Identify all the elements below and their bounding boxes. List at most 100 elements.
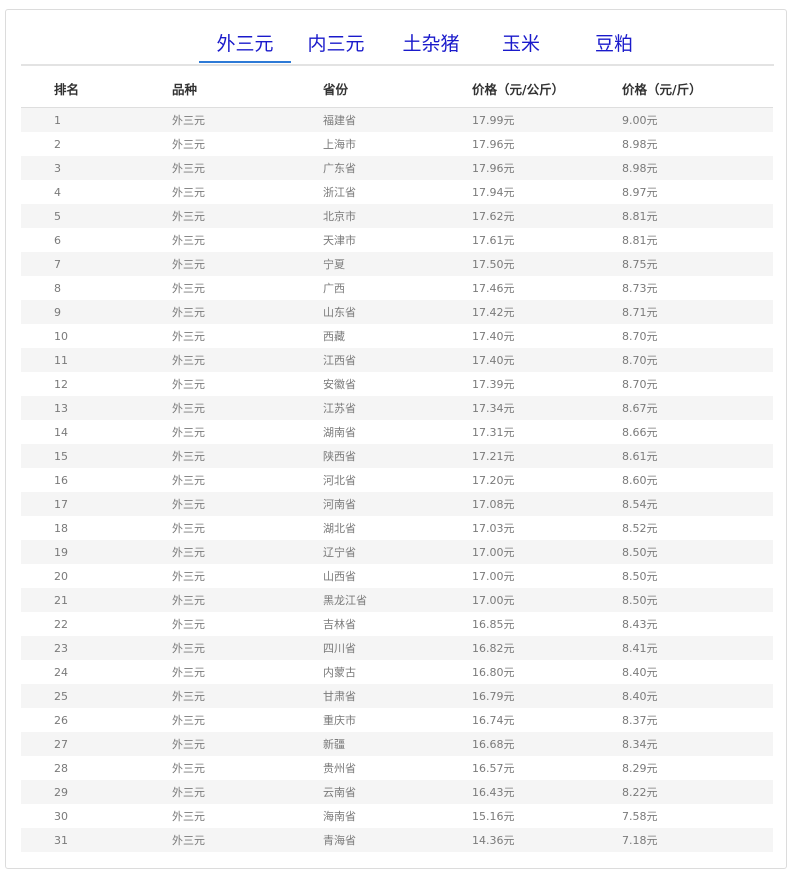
variety-cell: 外三元 — [172, 444, 323, 468]
rank-cell: 5 — [21, 204, 172, 228]
price-jin-cell: 8.60元 — [622, 468, 773, 492]
rank-cell: 29 — [21, 780, 172, 804]
price-kg-cell: 17.31元 — [472, 420, 622, 444]
province-cell: 陕西省 — [323, 444, 472, 468]
price-jin-cell: 8.43元 — [622, 612, 773, 636]
province-cell: 湖南省 — [323, 420, 472, 444]
price-jin-cell: 8.50元 — [622, 564, 773, 588]
table-row: 30 外三元 海南省 15.16元 7.58元 — [21, 804, 773, 828]
table-row: 21 外三元 黑龙江省 17.00元 8.50元 — [21, 588, 773, 612]
tab-dou-po[interactable]: 豆粕 — [574, 31, 654, 62]
table-row: 19 外三元 辽宁省 17.00元 8.50元 — [21, 540, 773, 564]
price-ranking-table: 排名 品种 省份 价格（元/公斤） 价格（元/斤） 1 外三元 福建省 17.99元 9… — [21, 70, 773, 852]
variety-cell: 外三元 — [172, 516, 323, 540]
price-jin-cell: 8.70元 — [622, 372, 773, 396]
rank-cell: 10 — [21, 324, 172, 348]
price-kg-cell: 17.00元 — [472, 540, 622, 564]
rank-cell: 22 — [21, 612, 172, 636]
table-row: 26 外三元 重庆市 16.74元 8.37元 — [21, 708, 773, 732]
table-row: 17 外三元 河南省 17.08元 8.54元 — [21, 492, 773, 516]
header-variety: 品种 — [172, 70, 323, 108]
rank-cell: 26 — [21, 708, 172, 732]
table-row: 12 外三元 安徽省 17.39元 8.70元 — [21, 372, 773, 396]
price-jin-cell: 8.75元 — [622, 252, 773, 276]
rank-cell: 2 — [21, 132, 172, 156]
price-kg-cell: 15.16元 — [472, 804, 622, 828]
tab-wai-san-yuan[interactable]: 外三元 — [201, 31, 289, 62]
price-jin-cell: 8.50元 — [622, 540, 773, 564]
price-kg-cell: 16.85元 — [472, 612, 622, 636]
variety-cell: 外三元 — [172, 636, 323, 660]
table-row: 25 外三元 甘肃省 16.79元 8.40元 — [21, 684, 773, 708]
price-kg-cell: 17.42元 — [472, 300, 622, 324]
variety-cell: 外三元 — [172, 780, 323, 804]
variety-cell: 外三元 — [172, 708, 323, 732]
rank-cell: 16 — [21, 468, 172, 492]
variety-cell: 外三元 — [172, 204, 323, 228]
province-cell: 北京市 — [323, 204, 472, 228]
variety-cell: 外三元 — [172, 300, 323, 324]
province-cell: 青海省 — [323, 828, 472, 852]
province-cell: 山东省 — [323, 300, 472, 324]
price-jin-cell: 8.61元 — [622, 444, 773, 468]
price-jin-cell: 8.34元 — [622, 732, 773, 756]
header-price-per-kg: 价格（元/公斤） — [472, 70, 622, 108]
rank-cell: 28 — [21, 756, 172, 780]
province-cell: 浙江省 — [323, 180, 472, 204]
province-cell: 安徽省 — [323, 372, 472, 396]
table-row: 20 外三元 山西省 17.00元 8.50元 — [21, 564, 773, 588]
tab-yu-mi[interactable]: 玉米 — [481, 31, 561, 62]
variety-cell: 外三元 — [172, 588, 323, 612]
rank-cell: 20 — [21, 564, 172, 588]
province-cell: 黑龙江省 — [323, 588, 472, 612]
price-ranking-panel: 外三元 内三元 土杂猪 玉米 豆粕 排名 品种 省份 价格（元/公斤） 价格（元… — [5, 9, 787, 869]
variety-cell: 外三元 — [172, 684, 323, 708]
header-price-per-jin: 价格（元/斤） — [622, 70, 773, 108]
price-jin-cell: 8.81元 — [622, 228, 773, 252]
province-cell: 辽宁省 — [323, 540, 472, 564]
table-row: 11 外三元 江西省 17.40元 8.70元 — [21, 348, 773, 372]
province-cell: 江苏省 — [323, 396, 472, 420]
variety-cell: 外三元 — [172, 107, 323, 132]
price-kg-cell: 17.00元 — [472, 564, 622, 588]
table-row: 31 外三元 青海省 14.36元 7.18元 — [21, 828, 773, 852]
table-row: 3 外三元 广东省 17.96元 8.98元 — [21, 156, 773, 180]
table-row: 2 外三元 上海市 17.96元 8.98元 — [21, 132, 773, 156]
price-kg-cell: 16.57元 — [472, 756, 622, 780]
rank-cell: 31 — [21, 828, 172, 852]
province-cell: 云南省 — [323, 780, 472, 804]
rank-cell: 21 — [21, 588, 172, 612]
price-jin-cell: 8.67元 — [622, 396, 773, 420]
table-row: 24 外三元 内蒙古 16.80元 8.40元 — [21, 660, 773, 684]
variety-cell: 外三元 — [172, 348, 323, 372]
province-cell: 福建省 — [323, 107, 472, 132]
province-cell: 重庆市 — [323, 708, 472, 732]
table-row: 7 外三元 宁夏 17.50元 8.75元 — [21, 252, 773, 276]
rank-cell: 7 — [21, 252, 172, 276]
variety-cell: 外三元 — [172, 324, 323, 348]
tab-tu-za-zhu[interactable]: 土杂猪 — [386, 31, 476, 62]
rank-cell: 19 — [21, 540, 172, 564]
price-jin-cell: 9.00元 — [622, 107, 773, 132]
price-jin-cell: 8.40元 — [622, 660, 773, 684]
price-kg-cell: 17.40元 — [472, 348, 622, 372]
price-jin-cell: 8.37元 — [622, 708, 773, 732]
tab-nei-san-yuan[interactable]: 内三元 — [291, 31, 381, 62]
price-jin-cell: 8.54元 — [622, 492, 773, 516]
variety-cell: 外三元 — [172, 252, 323, 276]
rank-cell: 3 — [21, 156, 172, 180]
variety-cell: 外三元 — [172, 132, 323, 156]
price-jin-cell: 7.18元 — [622, 828, 773, 852]
variety-cell: 外三元 — [172, 420, 323, 444]
price-jin-cell: 8.97元 — [622, 180, 773, 204]
rank-cell: 24 — [21, 660, 172, 684]
price-kg-cell: 14.36元 — [472, 828, 622, 852]
rank-cell: 17 — [21, 492, 172, 516]
province-cell: 四川省 — [323, 636, 472, 660]
price-kg-cell: 17.62元 — [472, 204, 622, 228]
variety-cell: 外三元 — [172, 540, 323, 564]
rank-cell: 11 — [21, 348, 172, 372]
price-jin-cell: 8.73元 — [622, 276, 773, 300]
rank-cell: 25 — [21, 684, 172, 708]
variety-cell: 外三元 — [172, 156, 323, 180]
